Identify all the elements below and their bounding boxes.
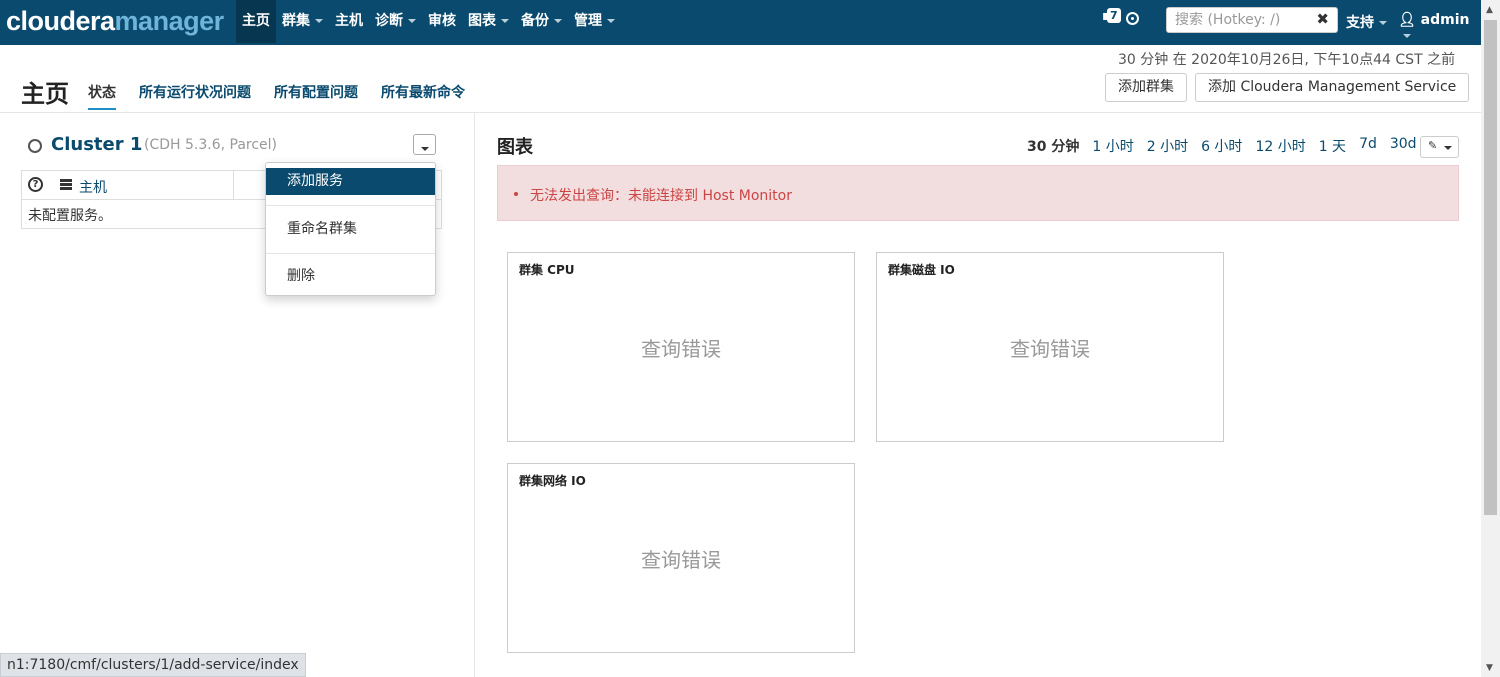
time-context[interactable]: 30 分钟 在 2020年10月26日, 下午10点44 CST 之前 — [1118, 49, 1455, 69]
support-label: 支持 — [1346, 15, 1374, 31]
chart-title: 群集网络 IO — [519, 474, 586, 488]
column-divider — [474, 113, 475, 677]
chart-cluster-network-io[interactable]: 群集网络 IO 查询错误 — [507, 463, 855, 653]
page-tabs: 状态 所有运行状况问题 所有配置问题 所有最新命令 — [88, 82, 488, 110]
add-cluster-button[interactable]: 添加群集 — [1105, 73, 1187, 102]
chart-error-text: 查询错误 — [641, 337, 721, 361]
menu-divider — [266, 253, 435, 254]
nav-clusters[interactable]: 群集 — [276, 0, 329, 43]
logo-cloudera: cloudera — [6, 6, 115, 36]
list-icon — [60, 179, 72, 190]
range-6h[interactable]: 6 小时 — [1201, 136, 1242, 156]
nav-charts-label: 图表 — [468, 13, 496, 29]
query-error-alert: 无法发出查询：未能连接到 Host Monitor — [497, 165, 1459, 221]
nav-home-label: 主页 — [242, 13, 270, 29]
chevron-down-icon — [1379, 21, 1387, 25]
chart-title: 群集磁盘 IO — [888, 263, 955, 277]
chevron-down-icon — [315, 19, 323, 23]
nav-hosts[interactable]: 主机 — [329, 0, 369, 43]
alert-message: 无法发出查询：未能连接到 Host Monitor — [530, 188, 792, 204]
nav-hosts-label: 主机 — [335, 13, 363, 29]
cluster-status-icon — [28, 139, 42, 153]
chevron-down-icon — [1444, 146, 1452, 150]
cluster-name-link[interactable]: Cluster 1 — [51, 134, 142, 155]
cluster-actions-menu: 添加服务 重命名群集 删除 — [265, 162, 436, 296]
user-menu[interactable]: 👤︎ admin — [1398, 12, 1481, 44]
scroll-down-icon[interactable]: ▼ — [1486, 663, 1493, 673]
tab-config-issues[interactable]: 所有配置问题 — [274, 82, 358, 110]
user-label: admin — [1420, 12, 1470, 28]
user-icon: 👤︎ — [1398, 12, 1416, 28]
logo-manager: manager — [114, 6, 225, 36]
clear-search-icon[interactable]: ✖ — [1316, 11, 1329, 27]
vertical-scrollbar[interactable]: ▲ ▼ — [1481, 0, 1500, 677]
scrollbar-thumb[interactable] — [1484, 20, 1497, 515]
nav-home[interactable]: 主页 — [236, 0, 276, 43]
menu-divider — [266, 205, 435, 206]
clock-icon[interactable] — [1126, 12, 1139, 25]
menu-item-rename-cluster[interactable]: 重命名群集 — [266, 216, 435, 243]
chart-cluster-disk-io[interactable]: 群集磁盘 IO 查询错误 — [876, 252, 1224, 442]
search-placeholder: 搜索 (Hotkey: /) — [1175, 12, 1281, 28]
chevron-down-icon — [554, 19, 562, 23]
main-nav: 主页 群集 主机 诊断 审核 图表 备份 管理 — [236, 0, 621, 45]
nav-admin-label: 管理 — [574, 13, 602, 29]
range-1d[interactable]: 1 天 — [1319, 136, 1346, 156]
range-7d[interactable]: 7d — [1359, 136, 1377, 156]
chart-error-text: 查询错误 — [641, 548, 721, 572]
range-30d[interactable]: 30d — [1390, 136, 1417, 156]
menu-item-add-service[interactable]: 添加服务 — [266, 168, 435, 195]
header-cell-divider — [233, 171, 234, 200]
nav-clusters-label: 群集 — [282, 13, 310, 29]
chevron-down-icon — [408, 19, 416, 23]
chevron-down-icon — [421, 147, 429, 151]
nav-backup-label: 备份 — [521, 13, 549, 29]
add-cms-button[interactable]: 添加 Cloudera Management Service — [1195, 73, 1470, 102]
time-range-selector: 30 分钟 1 小时 2 小时 6 小时 12 小时 1 天 7d 30d — [1027, 136, 1430, 156]
chart-cluster-cpu[interactable]: 群集 CPU 查询错误 — [507, 252, 855, 442]
top-navbar: clouderamanager 主页 群集 主机 诊断 审核 图表 备份 管理 … — [0, 0, 1481, 45]
tab-health-issues[interactable]: 所有运行状况问题 — [139, 82, 251, 110]
nav-charts[interactable]: 图表 — [462, 0, 515, 43]
range-12h[interactable]: 12 小时 — [1255, 136, 1305, 156]
menu-item-delete[interactable]: 删除 — [266, 263, 435, 290]
tab-status[interactable]: 状态 — [88, 82, 116, 110]
nav-audits-label: 审核 — [428, 13, 456, 29]
cluster-actions-dropdown-toggle[interactable] — [413, 134, 436, 155]
chart-error-text: 查询错误 — [1010, 337, 1090, 361]
range-1h[interactable]: 1 小时 — [1092, 136, 1133, 156]
chevron-down-icon — [607, 19, 615, 23]
hosts-link[interactable]: 主机 — [79, 177, 107, 197]
commands-count-badge[interactable]: 7 — [1107, 8, 1121, 23]
nav-audits[interactable]: 审核 — [422, 0, 462, 43]
scroll-up-icon[interactable]: ▲ — [1486, 5, 1493, 15]
header-divider — [0, 112, 1481, 113]
nav-admin[interactable]: 管理 — [568, 0, 621, 43]
range-2h[interactable]: 2 小时 — [1147, 136, 1188, 156]
range-30m[interactable]: 30 分钟 — [1027, 136, 1079, 156]
search-input[interactable]: 搜索 (Hotkey: /) ✖ — [1166, 7, 1338, 33]
help-icon[interactable]: ? — [28, 177, 43, 192]
tab-recent-commands[interactable]: 所有最新命令 — [381, 82, 465, 110]
page-title: 主页 — [21, 80, 69, 108]
support-menu[interactable]: 支持 — [1346, 12, 1387, 32]
nav-diagnostics[interactable]: 诊断 — [369, 0, 422, 43]
nav-diagnostics-label: 诊断 — [375, 13, 403, 29]
chart-edit-dropdown-button[interactable]: ✎ — [1420, 136, 1459, 158]
chart-title: 群集 CPU — [519, 263, 575, 277]
edit-icon: ✎ — [1428, 139, 1438, 152]
cloudera-manager-logo[interactable]: clouderamanager — [6, 4, 224, 38]
status-bar-url: n1:7180/cmf/clusters/1/add-service/index — [0, 653, 306, 677]
chevron-down-icon — [1403, 34, 1411, 38]
chevron-down-icon — [501, 19, 509, 23]
nav-backup[interactable]: 备份 — [515, 0, 568, 43]
bullet-icon — [514, 192, 518, 196]
cluster-version-info: (CDH 5.3.6, Parcel) — [144, 137, 278, 153]
charts-heading: 图表 — [497, 137, 533, 158]
